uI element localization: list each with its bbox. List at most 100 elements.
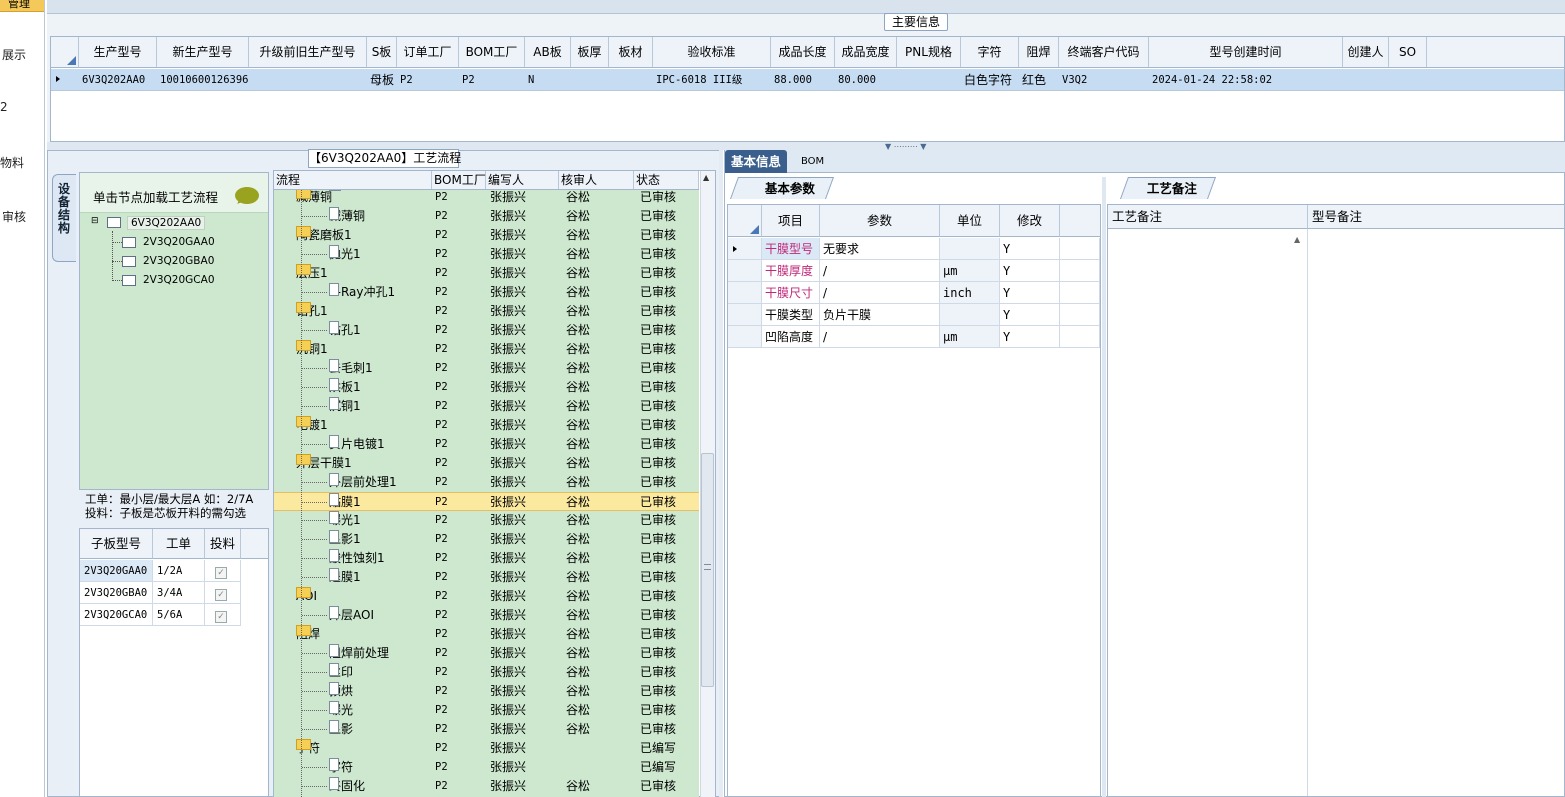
param-value-cell[interactable]: / xyxy=(820,260,940,282)
column-header[interactable]: 工单 xyxy=(153,529,205,559)
left-nav-item[interactable]: 管理 xyxy=(8,0,30,11)
column-header[interactable]: 核审人 xyxy=(559,171,634,189)
flow-scroll-thumb[interactable] xyxy=(701,453,714,687)
flow-row[interactable]: 沉铜1 P2 张振兴 谷松 已审核 xyxy=(274,397,699,416)
flow-row[interactable]: 终固化 P2 张振兴 谷松 已审核 xyxy=(274,777,699,796)
flow-row[interactable]: ⊟沉铜1P2张振兴谷松已审核 xyxy=(274,340,699,359)
flow-row[interactable]: 曝光1 P2 张振兴 谷松 已审核 xyxy=(274,511,699,530)
row-header xyxy=(728,282,762,304)
column-header[interactable]: 成品宽度 xyxy=(835,37,897,68)
param-value-cell[interactable]: 无要求 xyxy=(820,238,940,260)
column-header[interactable]: S板 xyxy=(367,37,397,68)
column-header[interactable]: 投料 xyxy=(205,529,241,559)
flow-row[interactable]: ⊟阻焊 P2 张振兴 谷松 已审核 xyxy=(274,625,699,644)
left-nav-item[interactable]: 物料 xyxy=(0,154,44,171)
column-header[interactable]: 状态 xyxy=(634,171,699,189)
flow-row[interactable]: 退膜1 P2 张振兴 谷松 已审核 xyxy=(274,568,699,587)
column-header[interactable]: 订单工厂 xyxy=(397,37,459,68)
horizontal-splitter[interactable]: ▼ ⋯⋯⋯ ▼ xyxy=(47,142,1565,151)
flow-row[interactable]: ⊟外层干膜1 P2 张振兴 谷松 已审核 xyxy=(274,454,699,473)
tab-basic-info[interactable]: 基本信息 xyxy=(725,150,788,173)
flow-row[interactable]: 曝光 P2 张振兴 谷松 已审核 xyxy=(274,701,699,720)
column-header[interactable]: 成品长度 xyxy=(771,37,835,68)
flow-reviewer-cell: 谷松 xyxy=(566,495,591,509)
column-header[interactable]: 板厚 xyxy=(571,37,609,68)
column-header[interactable]: 子板型号 xyxy=(80,529,153,559)
flow-row[interactable]: ⊟减薄铜P2张振兴谷松已审核 xyxy=(274,190,699,207)
column-header[interactable]: 型号创建时间 xyxy=(1149,37,1343,68)
left-nav-active[interactable]: 管理 xyxy=(0,0,44,12)
flow-row[interactable]: 负片电镀1 P2 张振兴 谷松 已审核 xyxy=(274,435,699,454)
param-grid[interactable]: 项目 参数 单位 修改 干膜型号 无要求 Y 干膜厚度 / μm Y 干膜尺寸 / inch Y 干膜类型 负片… xyxy=(727,204,1101,797)
table-cell: 母板 xyxy=(370,73,395,87)
column-header[interactable]: 字符 xyxy=(961,37,1019,68)
flow-row[interactable]: 去毛刺1 P2 张振兴 谷松 已审核 xyxy=(274,359,699,378)
column-header[interactable]: 升级前旧生产型号 xyxy=(249,37,367,68)
column-header[interactable]: 生产型号 xyxy=(79,37,157,68)
column-header[interactable]: 工艺备注 xyxy=(1108,205,1308,229)
flow-grid-body[interactable]: ⊟减薄铜P2张振兴谷松已审核减薄铜P2张振兴谷松已审核⊟陶瓷磨板1P2张振兴谷松… xyxy=(274,190,699,797)
tab-process-notes[interactable]: 工艺备注 xyxy=(1120,177,1217,199)
notes-grid[interactable]: 工艺备注 型号备注 ▲ xyxy=(1107,204,1565,797)
left-nav-item[interactable]: 2 xyxy=(0,100,44,114)
param-value-cell[interactable]: / xyxy=(820,282,940,304)
main-info-grid[interactable]: 生产型号 6V3Q202AA0 新生产型号 10010600126396 升级前旧生产型… xyxy=(50,36,1565,142)
flow-row[interactable]: 抛光1 P2 张振兴 谷松 已审核 xyxy=(274,245,699,264)
tab-bom[interactable]: BOM xyxy=(795,150,830,173)
flow-row[interactable]: 丝印 P2 张振兴 谷松 已审核 xyxy=(274,663,699,682)
flow-row[interactable]: ⊟电镀1P2张振兴谷松已审核 xyxy=(274,416,699,435)
subboard-grid[interactable]: 子板型号 工单 投料 2V3Q20GAA0 1/2A ✓ 2V3Q20GBA0 3/4A ✓ 2V… xyxy=(79,528,269,797)
column-header[interactable]: BOM工厂 xyxy=(432,171,486,189)
column-header[interactable]: 新生产型号 xyxy=(157,37,249,68)
scroll-up-icon[interactable]: ▲ xyxy=(703,173,709,182)
flow-row[interactable]: 字符 P2 张振兴 已编写 xyxy=(274,758,699,777)
column-header[interactable]: 修改 xyxy=(1000,205,1060,237)
flow-row[interactable]: ⊟层压1P2张振兴谷松已审核 xyxy=(274,264,699,283)
flow-row[interactable]: 显影 P2 张振兴 谷松 已审核 xyxy=(274,720,699,739)
tab-equipment-structure[interactable]: 设备结构 xyxy=(52,174,76,262)
tab-basic-params[interactable]: 基本参数 xyxy=(730,177,835,199)
feed-checkbox[interactable]: ✓ xyxy=(215,567,227,579)
param-value-cell[interactable]: 负片干膜 xyxy=(820,304,940,326)
column-header[interactable]: 板材 xyxy=(609,37,653,68)
flow-row[interactable]: ⊟陶瓷磨板1 P2 张振兴 谷松 已审核 xyxy=(274,226,699,245)
flow-row[interactable]: 外层AOI P2 张振兴 谷松 已审核 xyxy=(274,606,699,625)
vertical-splitter[interactable] xyxy=(719,150,723,797)
column-header[interactable]: 验收标准 xyxy=(653,37,771,68)
flow-row[interactable]: ⊟钻孔1P2张振兴谷松已审核 xyxy=(274,302,699,321)
flow-row[interactable]: 贴膜1 P2 张振兴 谷松 已审核 xyxy=(274,492,699,511)
scroll-up-icon[interactable]: ▲ xyxy=(1294,235,1300,244)
flow-row[interactable]: 钻孔1 P2 张振兴 谷松 已审核 xyxy=(274,321,699,340)
left-nav-item[interactable]: 展示 xyxy=(2,46,46,63)
feed-checkbox[interactable]: ✓ xyxy=(215,611,227,623)
column-header[interactable]: 项目 xyxy=(762,205,820,237)
column-header[interactable]: 终端客户代码 xyxy=(1059,37,1149,68)
column-header[interactable]: 型号备注 xyxy=(1308,205,1564,229)
flow-row[interactable]: 阻焊前处理 P2 张振兴 谷松 已审核 xyxy=(274,644,699,663)
column-header[interactable]: BOM工厂 xyxy=(459,37,525,68)
feed-checkbox[interactable]: ✓ xyxy=(215,589,227,601)
subboard-model-cell: 2V3Q20GAA0 xyxy=(80,560,153,582)
column-header[interactable]: 编写人 xyxy=(486,171,559,189)
flow-row[interactable]: 外层前处理1 P2 张振兴 谷松 已审核 xyxy=(274,473,699,492)
param-unit-cell: inch xyxy=(940,282,1000,304)
column-header[interactable]: 单位 xyxy=(940,205,1000,237)
flow-row[interactable]: ⊟AOI P2 张振兴 谷松 已审核 xyxy=(274,587,699,606)
param-value-cell[interactable]: / xyxy=(820,326,940,348)
column-header[interactable]: 参数 xyxy=(820,205,940,237)
left-nav-item[interactable]: 审核 xyxy=(2,208,46,225)
column-header[interactable]: 流程 xyxy=(274,171,432,189)
flow-row[interactable]: 预烘 P2 张振兴 谷松 已审核 xyxy=(274,682,699,701)
column-header[interactable]: AB板 xyxy=(525,37,571,68)
flow-row[interactable]: 显影1 P2 张振兴 谷松 已审核 xyxy=(274,530,699,549)
flow-row[interactable]: 烘板1 P2 张振兴 谷松 已审核 xyxy=(274,378,699,397)
column-header[interactable]: PNL规格 xyxy=(897,37,961,68)
column-header[interactable]: 阻焊 xyxy=(1019,37,1059,68)
flow-row[interactable]: 减薄铜 P2 张振兴 谷松 已审核 xyxy=(274,207,699,226)
column-header[interactable]: SO xyxy=(1389,37,1427,68)
vertical-splitter[interactable] xyxy=(1102,177,1106,797)
flow-row[interactable]: ⊟字符 P2 张振兴 已编写 xyxy=(274,739,699,758)
flow-row[interactable]: X-Ray冲孔1 P2 张振兴 谷松 已审核 xyxy=(274,283,699,302)
flow-row[interactable]: 酸性蚀刻1 P2 张振兴 谷松 已审核 xyxy=(274,549,699,568)
column-header[interactable]: 创建人 xyxy=(1343,37,1389,68)
